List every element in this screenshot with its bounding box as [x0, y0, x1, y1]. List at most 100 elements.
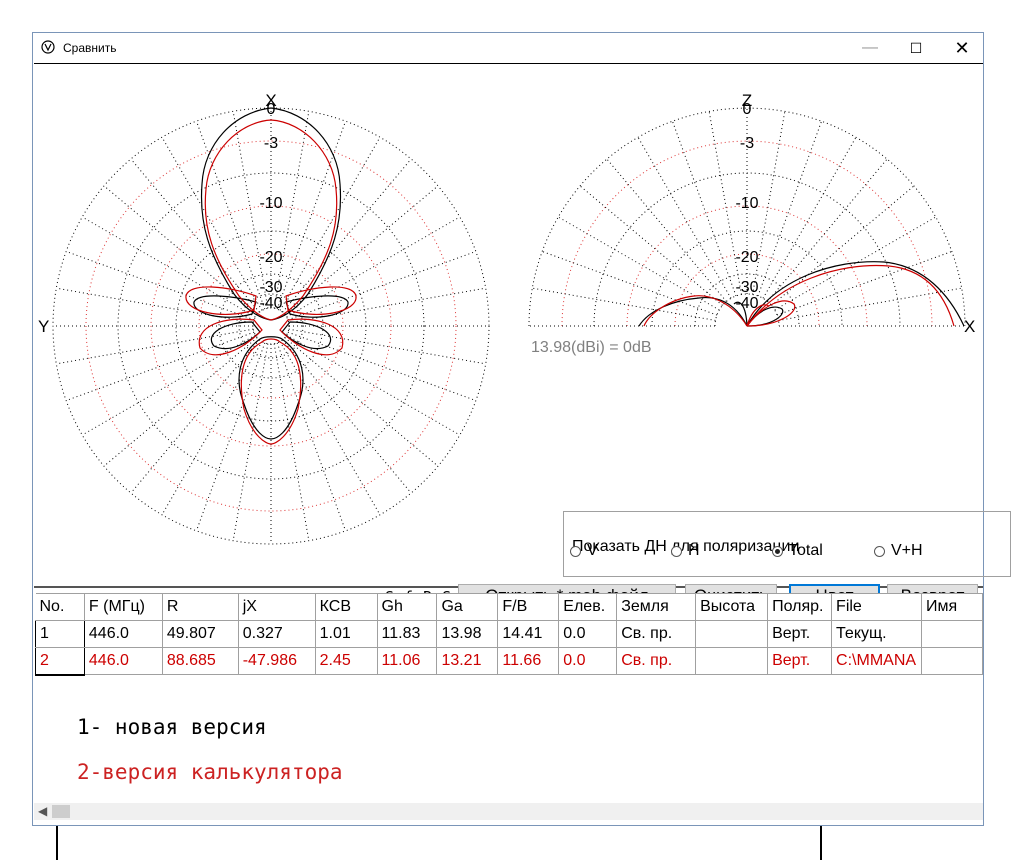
col-header-r[interactable]: R	[162, 593, 239, 621]
right-db-labels: 0 -3 -10 -20 -30 -40	[735, 101, 758, 312]
col-header-swr[interactable]: КСВ	[315, 593, 378, 621]
right-db-label-30: -30	[735, 279, 758, 296]
right-db-label-20: -20	[735, 249, 758, 266]
cell-ground[interactable]: Св. пр.	[616, 620, 697, 648]
col-header-file[interactable]: File	[831, 593, 923, 621]
left-db-label-30: -30	[259, 279, 282, 296]
polar-spoke	[65, 331, 255, 402]
col-header-ground[interactable]: Земля	[616, 593, 697, 621]
right-db-label-40: -40	[735, 295, 758, 312]
results-table: No. F (МГц) R jX КСВ Gh Ga F/B Елев. Зем…	[35, 593, 983, 676]
right-db-label-0: 0	[743, 101, 752, 118]
left-left-axis-label: Y	[38, 317, 49, 336]
cell-file[interactable]: Текущ.	[831, 620, 923, 648]
cell-gh[interactable]: 11.06	[377, 647, 438, 675]
polar-spoke	[541, 250, 718, 316]
cell-jx[interactable]: -47.986	[238, 647, 316, 675]
col-header-ga[interactable]: Ga	[436, 593, 499, 621]
radio-total-label: Total	[789, 542, 823, 559]
left-db-label-20: -20	[259, 249, 282, 266]
polar-spoke	[81, 334, 256, 436]
cell-jx[interactable]: 0.327	[238, 620, 316, 648]
radio-v-plus-h-circle-icon	[874, 545, 885, 557]
table-row[interactable]: 1 446.0 49.807 0.327 1.01 11.83 13.98 14…	[35, 620, 983, 648]
cell-name[interactable]	[921, 647, 983, 675]
polar-spoke	[130, 339, 260, 494]
right-pattern-black	[638, 261, 965, 327]
radio-v[interactable]: V	[570, 542, 598, 560]
polar-plots-canvas: X Y 0 -3 -10 -20 -30 -40 Z X 0 -3 -10 -2…	[38, 91, 975, 545]
left-db-labels: 0 -3 -10 -20 -30 -40	[259, 101, 282, 312]
polar-spoke	[161, 341, 263, 516]
polar-spoke	[287, 250, 477, 321]
scroll-left-arrow-icon[interactable]: ◀	[38, 803, 47, 820]
cell-elev[interactable]: 0.0	[558, 647, 618, 675]
polar-spoke	[778, 287, 962, 321]
app-icon	[41, 40, 55, 54]
cell-ga[interactable]: 13.98	[436, 620, 499, 648]
table-header-row: No. F (МГц) R jX КСВ Gh Ga F/B Елев. Зем…	[35, 593, 983, 621]
polar-spoke	[130, 158, 260, 313]
cell-fb[interactable]: 14.41	[497, 620, 560, 648]
cell-ga[interactable]: 13.21	[436, 647, 499, 675]
cell-no[interactable]: 1	[35, 620, 85, 648]
polar-spoke	[532, 287, 716, 321]
cell-ground[interactable]: Св. пр.	[616, 647, 697, 675]
note-calculator-version: 2-версия калькулятора	[77, 760, 343, 784]
cell-freq[interactable]: 446.0	[84, 620, 163, 648]
col-header-elev[interactable]: Елев.	[558, 593, 618, 621]
cell-r[interactable]: 49.807	[162, 620, 239, 648]
table-row[interactable]: 2 446.0 88.685 -47.986 2.45 11.06 13.21 …	[35, 647, 983, 676]
cell-fb[interactable]: 11.66	[497, 647, 560, 675]
polar-spoke	[232, 343, 269, 541]
polar-spoke	[81, 216, 256, 318]
cell-gh[interactable]: 11.83	[377, 620, 438, 648]
background-document-edge-right	[820, 826, 822, 860]
cell-polar[interactable]: Верт.	[767, 620, 833, 648]
minimize-button[interactable]: —	[847, 33, 893, 63]
col-header-freq[interactable]: F (МГц)	[84, 593, 163, 621]
cell-freq[interactable]: 446.0	[84, 647, 163, 675]
background-document-edge-left	[56, 826, 58, 860]
cell-file[interactable]: C:\MMANA	[831, 647, 923, 675]
horizontal-scrollbar[interactable]: ◀	[34, 803, 983, 820]
col-header-gh[interactable]: Gh	[377, 593, 438, 621]
scrollbar-thumb[interactable]	[52, 805, 70, 818]
radio-total[interactable]: Total	[772, 542, 823, 560]
col-header-height[interactable]: Высота	[695, 593, 769, 621]
cell-swr[interactable]: 1.01	[315, 620, 378, 648]
col-header-polar[interactable]: Поляр.	[767, 593, 833, 621]
cell-height[interactable]	[695, 620, 769, 648]
maximize-button[interactable]: ☐	[893, 33, 939, 63]
cell-name[interactable]	[921, 620, 983, 648]
right-db-label-10: -10	[735, 195, 758, 212]
cell-elev[interactable]: 0.0	[558, 620, 618, 648]
radio-v-plus-h[interactable]: V+H	[874, 542, 923, 560]
radio-h[interactable]: H	[671, 542, 700, 560]
cell-swr[interactable]: 2.45	[315, 647, 378, 675]
polar-spoke	[286, 216, 461, 318]
radio-v-plus-h-label: V+H	[891, 542, 923, 559]
right-right-axis-label: X	[964, 317, 975, 336]
polar-spoke	[637, 136, 732, 299]
title-bar[interactable]: Сравнить — ☐ ✕	[33, 33, 983, 63]
polar-spoke	[671, 120, 737, 297]
polar-spoke	[776, 250, 953, 316]
cell-no[interactable]: 2	[35, 647, 85, 676]
left-polar-grid	[52, 107, 490, 545]
col-header-fb[interactable]: F/B	[497, 593, 560, 621]
radio-v-circle-icon	[570, 545, 581, 557]
left-db-label-3: -3	[264, 135, 278, 152]
polar-spoke	[757, 120, 823, 297]
cell-r[interactable]: 88.685	[162, 647, 239, 675]
polar-spoke	[195, 120, 266, 310]
cell-polar[interactable]: Верт.	[767, 647, 833, 675]
right-db-label-3: -3	[740, 135, 754, 152]
col-header-name[interactable]: Имя	[921, 593, 983, 621]
col-header-no[interactable]: No.	[35, 593, 85, 621]
close-button[interactable]: ✕	[939, 33, 985, 63]
left-db-label-0: 0	[267, 101, 276, 118]
plot-area: X Y 0 -3 -10 -20 -30 -40 Z X 0 -3 -10 -2…	[34, 63, 1011, 608]
col-header-jx[interactable]: jX	[238, 593, 316, 621]
cell-height[interactable]	[695, 647, 769, 675]
